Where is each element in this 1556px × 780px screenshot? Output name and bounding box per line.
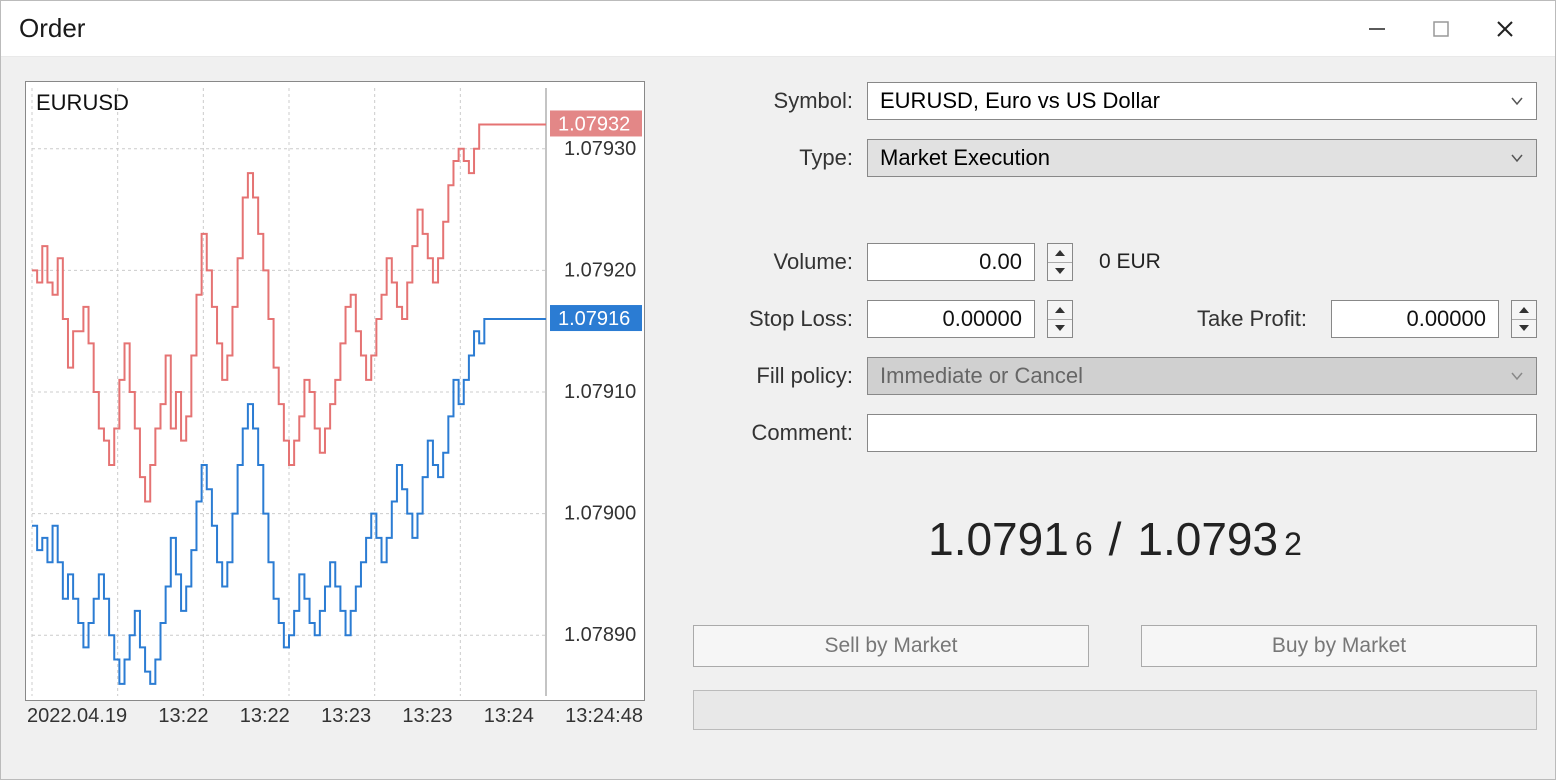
symbol-select[interactable]: EURUSD, Euro vs US Dollar: [867, 82, 1537, 120]
type-label: Type:: [693, 145, 867, 171]
x-tick: 13:24: [484, 705, 534, 733]
ask-price-main: 1.0793: [1137, 512, 1278, 566]
svg-text:1.07932: 1.07932: [558, 113, 630, 135]
window-title: Order: [19, 13, 1345, 44]
svg-text:1.07930: 1.07930: [564, 138, 636, 160]
minimize-button[interactable]: [1345, 5, 1409, 53]
status-bar: [693, 690, 1537, 730]
svg-text:1.07920: 1.07920: [564, 259, 636, 281]
svg-text:1.07900: 1.07900: [564, 503, 636, 525]
spinner-up-icon[interactable]: [1048, 301, 1072, 320]
svg-text:1.07890: 1.07890: [564, 624, 636, 646]
spinner-up-icon[interactable]: [1048, 244, 1072, 263]
takeprofit-label: Take Profit:: [1165, 306, 1319, 332]
close-button[interactable]: [1473, 5, 1537, 53]
price-display: 1.07916 / 1.07932: [693, 512, 1537, 566]
chevron-down-icon: [1510, 94, 1524, 108]
ask-price-last: 2: [1284, 526, 1302, 563]
x-tick: 13:22: [158, 705, 208, 733]
bid-price-main: 1.0791: [928, 512, 1069, 566]
stoploss-label: Stop Loss:: [693, 306, 867, 332]
sell-button[interactable]: Sell by Market: [693, 625, 1089, 667]
type-select[interactable]: Market Execution: [867, 139, 1537, 177]
takeprofit-input[interactable]: 0.00000: [1331, 300, 1499, 338]
type-value: Market Execution: [880, 145, 1050, 171]
spinner-down-icon[interactable]: [1048, 263, 1072, 281]
chevron-down-icon: [1510, 151, 1524, 165]
symbol-label: Symbol:: [693, 88, 867, 114]
svg-text:1.07916: 1.07916: [558, 308, 630, 330]
volume-unit: 0 EUR: [1099, 250, 1161, 274]
volume-input[interactable]: 0.00: [867, 243, 1035, 281]
price-chart: EURUSD 1.078901.079001.079101.079201.079…: [25, 81, 645, 701]
chevron-down-icon: [1510, 369, 1524, 383]
fillpolicy-value: Immediate or Cancel: [880, 363, 1083, 389]
svg-text:1.07910: 1.07910: [564, 381, 636, 403]
spinner-down-icon[interactable]: [1048, 320, 1072, 338]
takeprofit-spinner[interactable]: [1511, 300, 1537, 338]
stoploss-spinner[interactable]: [1047, 300, 1073, 338]
x-tick: 13:23: [321, 705, 371, 733]
bid-price-last: 6: [1075, 526, 1093, 563]
form-panel: Symbol: EURUSD, Euro vs US Dollar Type: …: [693, 81, 1537, 755]
spinner-down-icon[interactable]: [1512, 320, 1536, 338]
volume-label: Volume:: [693, 249, 867, 275]
spinner-up-icon[interactable]: [1512, 301, 1536, 320]
comment-label: Comment:: [693, 420, 867, 446]
x-tick: 13:24:48: [565, 705, 643, 733]
symbol-value: EURUSD, Euro vs US Dollar: [880, 88, 1160, 114]
volume-spinner[interactable]: [1047, 243, 1073, 281]
titlebar: Order: [1, 1, 1555, 57]
buy-button[interactable]: Buy by Market: [1141, 625, 1537, 667]
content: EURUSD 1.078901.079001.079101.079201.079…: [1, 57, 1555, 779]
chart-panel: EURUSD 1.078901.079001.079101.079201.079…: [25, 81, 645, 755]
comment-input[interactable]: [867, 414, 1537, 452]
window-controls: [1345, 5, 1537, 53]
fillpolicy-label: Fill policy:: [693, 363, 867, 389]
chart-x-axis: 2022.04.19 13:22 13:22 13:23 13:23 13:24…: [25, 701, 645, 733]
order-window: Order EURUSD 1.078901.079001.079101.0792…: [0, 0, 1556, 780]
maximize-button[interactable]: [1409, 5, 1473, 53]
stoploss-input[interactable]: 0.00000: [867, 300, 1035, 338]
price-separator: /: [1109, 512, 1122, 566]
x-tick: 2022.04.19: [27, 705, 127, 733]
x-tick: 13:23: [402, 705, 452, 733]
x-tick: 13:22: [240, 705, 290, 733]
fillpolicy-select: Immediate or Cancel: [867, 357, 1537, 395]
